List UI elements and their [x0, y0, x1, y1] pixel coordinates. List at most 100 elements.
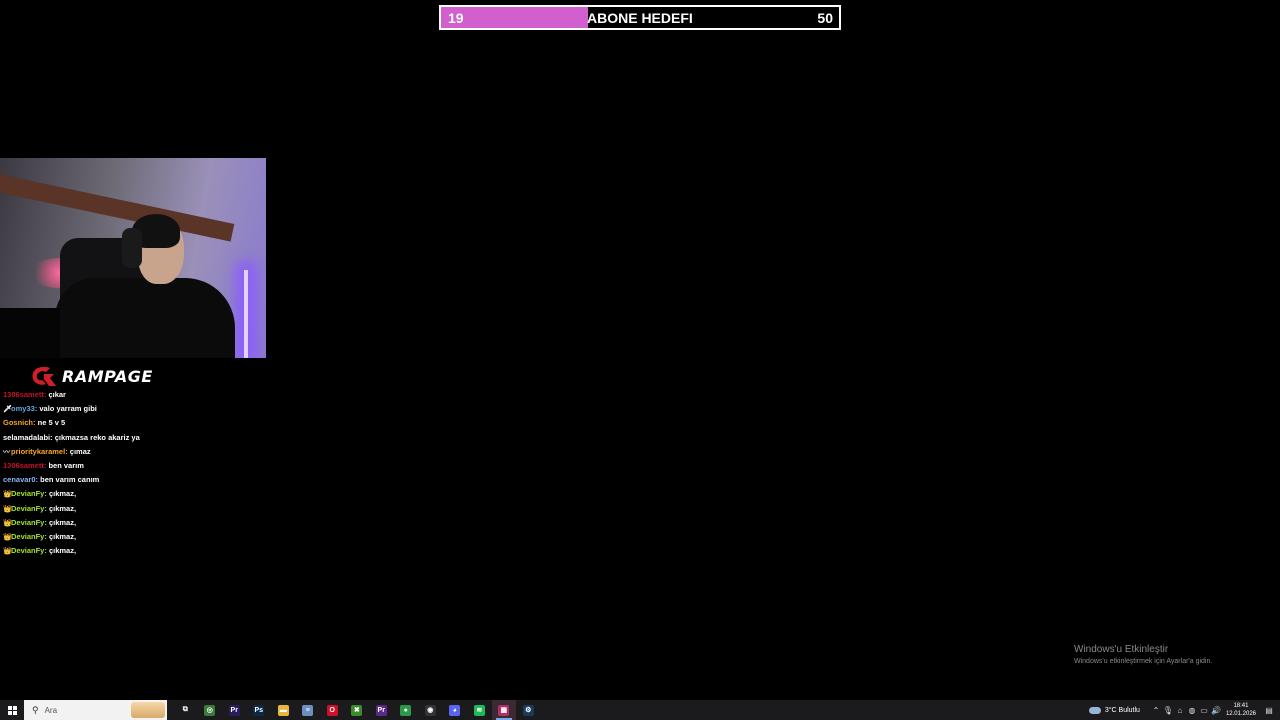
chat-message: 1306samett: çıkar: [3, 390, 263, 404]
windows-logo-icon: [7, 705, 17, 715]
chat-username: Gosnich:: [3, 418, 36, 428]
clock-date: 12.01.2026: [1225, 711, 1256, 717]
webcam-feed: [0, 158, 266, 358]
chat-badge-icon: 👑: [3, 548, 12, 556]
chat-text: ben varım: [48, 460, 84, 470]
chat-username: 1306samett:: [3, 390, 47, 399]
chat-message: Gosnich: ne 5 v 5: [3, 418, 263, 432]
taskbar-app-discord[interactable]: ◕: [443, 700, 468, 720]
chat-text: çıkmaz,: [48, 503, 77, 513]
system-tray: 3°C Bulutlu ⌃ 🎙 ⌂ ◍ ▭ 🔊 18:41 12.01.2026…: [1088, 700, 1280, 720]
vpn-icon[interactable]: ◍: [1186, 706, 1198, 715]
taskbar-app-task-view[interactable]: ⧉: [173, 700, 198, 720]
rampage-app-icon: ▦: [498, 704, 510, 716]
taskbar-app-spotify[interactable]: ≋: [467, 700, 492, 720]
chat-username: prioritykaramel:: [11, 446, 68, 456]
opera-icon: O: [326, 704, 338, 716]
chat-badge-icon: 👑: [3, 519, 12, 527]
chat-badge-icon: 👑: [3, 505, 12, 513]
microphone-icon[interactable]: 🎙: [1162, 706, 1174, 715]
spotify-icon: ≋: [473, 704, 485, 716]
goal-target-count: 50: [817, 10, 833, 26]
webcam-beam: [0, 170, 235, 242]
xbox-icon: ◎: [204, 704, 216, 716]
file-explorer-icon: ▬: [277, 704, 289, 716]
taskbar-clock[interactable]: 18:41 12.01.2026: [1226, 702, 1256, 718]
chat-text: çıkar: [48, 390, 66, 399]
speaker-icon[interactable]: 🔊: [1210, 706, 1222, 715]
chevron-up-icon[interactable]: ⌃: [1150, 706, 1162, 715]
notification-icon[interactable]: ▤: [1262, 700, 1276, 720]
rampage-logo: RAMPAGE: [30, 365, 153, 387]
chat-text: çıkmaz,: [48, 489, 77, 499]
chat-username: DevianFy:: [11, 546, 47, 556]
goal-title: ABONE HEDEFI: [587, 10, 693, 26]
chat-text: ben varım canım: [40, 475, 100, 485]
network-icon[interactable]: ⌂: [1174, 706, 1186, 715]
chat-message: 👑DevianFy: çıkmaz,: [3, 504, 263, 518]
chat-username: 1306samett:: [3, 460, 47, 470]
chat-message: 👑DevianFy: çıkmaz,: [3, 532, 263, 546]
taskbar-app-premiere[interactable]: Pr: [222, 700, 247, 720]
chat-username: cenavar0:: [3, 475, 39, 485]
chat-username: selamadalabi:: [3, 432, 53, 442]
weather-text: 3°C Bulutlu: [1104, 706, 1140, 714]
taskbar-app-rampage-app[interactable]: ▦: [491, 700, 516, 720]
discord-icon: ◕: [449, 704, 461, 716]
chat-badge-icon: 👑: [3, 491, 12, 499]
chat-text: çımaz: [69, 446, 91, 456]
rampage-logo-icon: [32, 367, 56, 386]
taskbar-app-file-explorer[interactable]: ▬: [271, 700, 296, 720]
taskbar-search-box[interactable]: ⚲ Ara: [24, 700, 167, 720]
chat-message: 👑DevianFy: çıkmaz,: [3, 489, 263, 503]
watermark-title: Windows'u Etkinleştir: [1074, 644, 1169, 655]
chat-badge-icon: 〰: [3, 448, 10, 456]
chat-username: DevianFy:: [11, 503, 47, 513]
cloud-icon: [1088, 706, 1101, 714]
taskbar-app-notepad[interactable]: ≡: [296, 700, 321, 720]
chat-text: ne 5 v 5: [37, 418, 66, 428]
chat-message: cenavar0: ben varım canım: [3, 475, 263, 489]
taskbar-app-opera[interactable]: O: [320, 700, 345, 720]
taskbar-app-obs[interactable]: ◉: [418, 700, 443, 720]
goal-current-count: 19: [448, 10, 464, 26]
taskbar-app-premiere-2[interactable]: Pr: [369, 700, 394, 720]
search-highlight-image: [131, 702, 165, 718]
taskbar-app-minecraft[interactable]: ✖: [345, 700, 370, 720]
notepad-icon: ≡: [302, 704, 314, 716]
webcam-shadow: [0, 308, 60, 358]
chat-username: DevianFy:: [11, 531, 47, 541]
premiere-2-icon: Pr: [375, 704, 387, 716]
steam-icon: ⚙: [522, 704, 534, 716]
chat-message: 〰prioritykaramel: çımaz: [3, 447, 263, 461]
taskbar-app-photoshop[interactable]: Ps: [247, 700, 272, 720]
chat-message: 🗡omy33: valo yarram gibi: [3, 404, 263, 418]
chat-badge-icon: 🗡: [3, 406, 12, 414]
chat-message: selamadalabi: çıkmazsa reko akariz ya: [3, 433, 263, 447]
taskbar: ⚲ Ara ⧉ ◎ Pr Ps ▬ ≡ O ✖ Pr ● ◉ ◕ ≋ ▦ ⚙ 3°C Bulutlu ⌃ 🎙…: [0, 700, 1280, 720]
taskbar-app-steam[interactable]: ⚙: [516, 700, 541, 720]
chat-message: 1306samett: ben varım: [3, 461, 263, 475]
chat-text: çıkmaz,: [48, 531, 77, 541]
watermark-subtitle: Windows'u etkinleştirmek için Ayarlar'a …: [1074, 658, 1213, 665]
task-view-icon: ⧉: [179, 704, 191, 716]
clock-time: 18:41: [1233, 703, 1249, 709]
search-placeholder: Ara: [44, 705, 58, 715]
chat-username: omy33:: [11, 404, 38, 414]
chat-message: 👑DevianFy: çıkmaz,: [3, 546, 263, 560]
search-icon: ⚲: [32, 704, 39, 715]
chat-text: çıkmaz,: [48, 546, 77, 556]
chat-text: çıkmazsa reko akariz ya: [54, 432, 140, 442]
weather-widget[interactable]: 3°C Bulutlu: [1088, 706, 1140, 714]
start-button[interactable]: [0, 700, 24, 720]
taskbar-app-xbox[interactable]: ◎: [198, 700, 223, 720]
chrome-icon: ●: [400, 704, 412, 716]
display-icon[interactable]: ▭: [1198, 706, 1210, 715]
chat-username: DevianFy:: [11, 517, 47, 527]
chat-message: 👑DevianFy: çıkmaz,: [3, 518, 263, 532]
taskbar-app-chrome[interactable]: ●: [394, 700, 419, 720]
premiere-icon: Pr: [228, 704, 240, 716]
chat-username: DevianFy:: [11, 489, 47, 499]
chat-badge-icon: 👑: [3, 533, 12, 541]
headset-icon: [122, 228, 142, 268]
